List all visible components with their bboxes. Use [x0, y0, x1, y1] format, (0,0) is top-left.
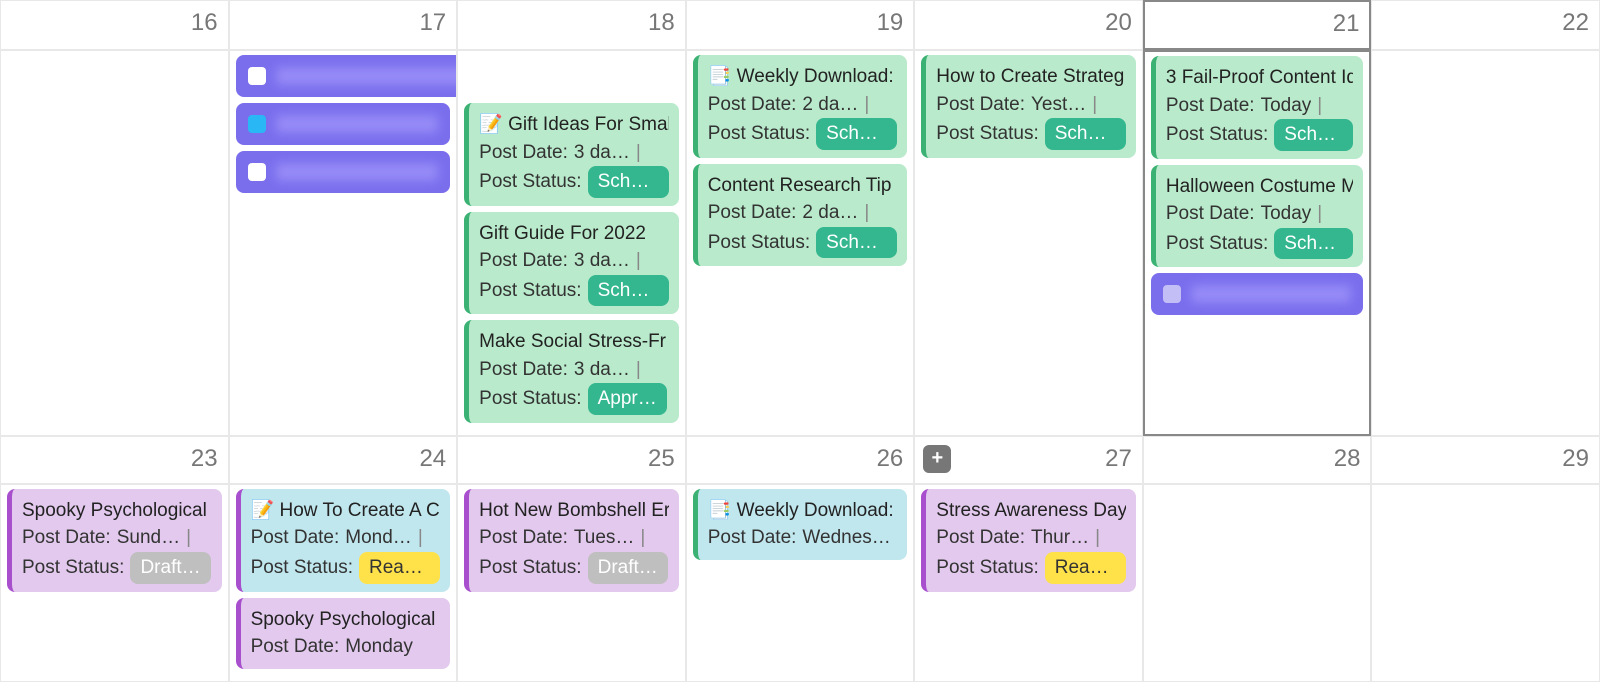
- calendar-event[interactable]: Make Social Stress-Fr Post Date:3 da…| P…: [464, 320, 679, 423]
- day-cell[interactable]: [1143, 484, 1372, 682]
- event-title: 📑 Weekly Download: N: [708, 497, 898, 525]
- event-title: Spooky Psychological: [22, 497, 212, 525]
- redacted-event[interactable]: [236, 55, 458, 97]
- event-title: 3 Fail-Proof Content Id: [1166, 64, 1354, 92]
- calendar-grid: 16 17 18 19 20 21 22 📝 Gift Ideas For Sm…: [0, 0, 1600, 682]
- day-header[interactable]: 22: [1371, 0, 1600, 50]
- event-title: Gift Guide For 2022: [479, 220, 669, 248]
- calendar-event[interactable]: 📑 Weekly Download: N Post Date:Wednes…: [693, 489, 908, 560]
- event-title: 📝 Gift Ideas For Small: [479, 111, 669, 139]
- status-badge: Sche…: [816, 118, 897, 150]
- status-badge: Sche…: [1274, 228, 1353, 260]
- calendar-event[interactable]: Halloween Costume M Post Date:Today| Pos…: [1151, 165, 1364, 268]
- redacted-text: [1191, 285, 1352, 303]
- day-header[interactable]: + 27: [914, 436, 1143, 484]
- day-cell[interactable]: Stress Awareness Day Post Date:Thur…| Po…: [914, 484, 1143, 682]
- redacted-event[interactable]: [236, 151, 451, 193]
- day-header[interactable]: 28: [1143, 436, 1372, 484]
- day-header[interactable]: 18: [457, 0, 686, 50]
- day-cell[interactable]: 📝 Gift Ideas For Small Post Date:3 da…| …: [457, 50, 686, 436]
- day-cell[interactable]: 📑 Weekly Download: C Post Date:2 da…| Po…: [686, 50, 915, 436]
- event-title: 📑 Weekly Download: C: [708, 63, 898, 91]
- status-badge: Sche…: [1274, 119, 1353, 151]
- post-status-label: Post Status:: [479, 168, 581, 196]
- square-icon: [248, 163, 266, 181]
- day-header[interactable]: 24: [229, 436, 458, 484]
- day-cell[interactable]: [1371, 50, 1600, 436]
- post-date-label: Post Date:: [479, 139, 568, 167]
- calendar-event[interactable]: Hot New Bombshell Er Post Date:Tues…| Po…: [464, 489, 679, 592]
- square-icon: [248, 67, 266, 85]
- status-badge: Sche…: [816, 227, 897, 259]
- status-badge: Sche…: [588, 166, 669, 198]
- event-title: Halloween Costume M: [1166, 173, 1354, 201]
- calendar-event[interactable]: Stress Awareness Day Post Date:Thur…| Po…: [921, 489, 1136, 592]
- status-badge: Draft…: [130, 552, 210, 584]
- calendar-event[interactable]: How to Create Strateg Post Date:Yest…| P…: [921, 55, 1136, 158]
- status-badge: Sche…: [588, 275, 669, 307]
- status-badge: Read…: [1045, 552, 1126, 584]
- square-icon: [1163, 285, 1181, 303]
- calendar-event[interactable]: 3 Fail-Proof Content Id Post Date:Today|…: [1151, 56, 1364, 159]
- calendar-event[interactable]: 📝 How To Create A Co Post Date:Mond…| Po…: [236, 489, 451, 592]
- status-badge: Read…: [359, 552, 440, 584]
- day-cell-today[interactable]: 3 Fail-Proof Content Id Post Date:Today|…: [1143, 50, 1372, 436]
- day-cell[interactable]: Spooky Psychological Post Date:Sund…| Po…: [0, 484, 229, 682]
- calendar-event[interactable]: Content Research Tip Post Date:2 da…| Po…: [693, 164, 908, 267]
- redacted-event[interactable]: [236, 103, 451, 145]
- redacted-event[interactable]: [1151, 273, 1364, 315]
- event-title: Hot New Bombshell Er: [479, 497, 669, 525]
- event-title: Make Social Stress-Fr: [479, 328, 669, 356]
- day-cell[interactable]: How to Create Strateg Post Date:Yest…| P…: [914, 50, 1143, 436]
- day-cell[interactable]: 📑 Weekly Download: N Post Date:Wednes…: [686, 484, 915, 682]
- day-header[interactable]: 20: [914, 0, 1143, 50]
- day-cell[interactable]: Hot New Bombshell Er Post Date:Tues…| Po…: [457, 484, 686, 682]
- square-icon: [248, 115, 266, 133]
- event-title: How to Create Strateg: [936, 63, 1126, 91]
- day-header[interactable]: 26: [686, 436, 915, 484]
- day-header[interactable]: 29: [1371, 436, 1600, 484]
- day-cell[interactable]: 📝 How To Create A Co Post Date:Mond…| Po…: [229, 484, 458, 682]
- event-title: Stress Awareness Day: [936, 497, 1126, 525]
- status-badge: Sche…: [1045, 118, 1126, 150]
- calendar-event[interactable]: 📝 Gift Ideas For Small Post Date:3 da…| …: [464, 103, 679, 206]
- calendar-event[interactable]: Spooky Psychological Post Date:Monday: [236, 598, 451, 669]
- redacted-text: [276, 67, 458, 85]
- status-badge: Appr…: [588, 383, 667, 415]
- calendar-event[interactable]: 📑 Weekly Download: C Post Date:2 da…| Po…: [693, 55, 908, 158]
- day-header[interactable]: 25: [457, 436, 686, 484]
- day-number: 27: [1105, 445, 1132, 472]
- day-cell[interactable]: [229, 50, 458, 436]
- event-title: Spooky Psychological: [251, 606, 441, 634]
- redacted-text: [276, 163, 439, 181]
- day-header[interactable]: 17: [229, 0, 458, 50]
- day-header[interactable]: 23: [0, 436, 229, 484]
- calendar-event[interactable]: Spooky Psychological Post Date:Sund…| Po…: [7, 489, 222, 592]
- redacted-text: [276, 115, 439, 133]
- event-title: 📝 How To Create A Co: [251, 497, 441, 525]
- day-header[interactable]: 19: [686, 0, 915, 50]
- add-event-button[interactable]: +: [923, 445, 951, 473]
- day-header-today[interactable]: 21: [1143, 0, 1372, 50]
- event-title: Content Research Tip: [708, 172, 898, 200]
- status-badge: Draft…: [588, 552, 668, 584]
- calendar-event[interactable]: Gift Guide For 2022 Post Date:3 da…| Pos…: [464, 212, 679, 315]
- day-cell[interactable]: [1371, 484, 1600, 682]
- day-cell[interactable]: [0, 50, 229, 436]
- post-date-value: 3 da…: [574, 139, 630, 167]
- day-header[interactable]: 16: [0, 0, 229, 50]
